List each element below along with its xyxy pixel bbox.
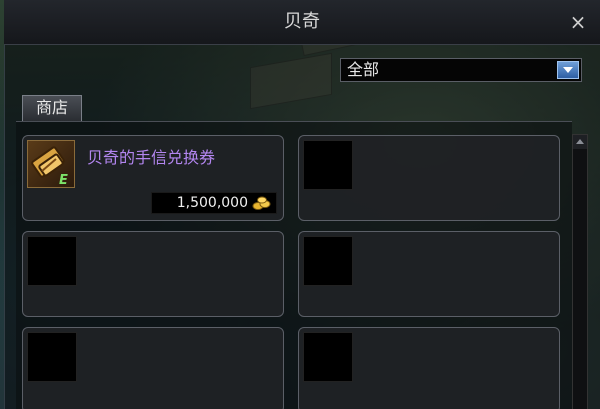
title-bar[interactable]: 贝奇 × [4, 0, 600, 45]
shop-item-slot[interactable]: E 贝奇的手信兑换券 1,500,000 [22, 135, 284, 221]
scroll-up-icon[interactable] [573, 135, 587, 149]
item-list: E 贝奇的手信兑换券 1,500,000 [16, 121, 572, 409]
empty-slot [298, 231, 560, 317]
empty-slot [22, 327, 284, 409]
empty-icon-box [303, 140, 353, 190]
empty-slot [298, 327, 560, 409]
gold-coins-icon [252, 195, 272, 211]
chevron-down-icon[interactable] [557, 61, 579, 79]
empty-icon-box [303, 332, 353, 382]
close-icon[interactable]: × [566, 10, 590, 34]
empty-icon-box [27, 236, 77, 286]
game-screen: 贝奇 × 全部 商店 E 贝奇的手信兑换券 1,500,000 [0, 0, 600, 409]
voucher-ticket-icon: E [27, 140, 75, 188]
window-title: 贝奇 [284, 11, 320, 32]
dropdown-selected-value: 全部 [347, 60, 380, 79]
svg-text:E: E [59, 173, 68, 187]
scrollbar[interactable] [572, 134, 588, 409]
empty-slot [22, 231, 284, 317]
category-dropdown[interactable]: 全部 [340, 58, 582, 82]
empty-icon-box [27, 332, 77, 382]
item-name: 贝奇的手信兑换券 [87, 148, 216, 167]
tab-shop[interactable]: 商店 [22, 95, 82, 121]
price-box: 1,500,000 [151, 192, 277, 214]
empty-icon-box [303, 236, 353, 286]
empty-slot [298, 135, 560, 221]
item-price: 1,500,000 [176, 195, 248, 211]
